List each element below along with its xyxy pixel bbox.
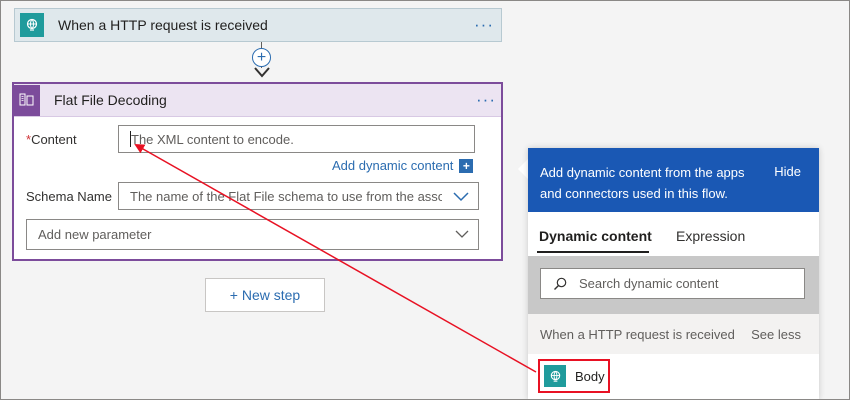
search-area: Search dynamic content [528,256,819,314]
flat-file-icon [14,84,40,116]
content-label: *Content [26,132,77,147]
body-token[interactable]: Body [538,359,610,393]
add-parameter-select[interactable]: Add new parameter [26,219,479,250]
content-placeholder: The XML content to encode. [131,131,294,147]
add-dynamic-content-text: Add dynamic content [332,158,454,173]
globe-icon [544,365,566,387]
content-input[interactable]: The XML content to encode. [118,125,475,153]
see-less-link[interactable]: See less [751,327,801,342]
tab-expression[interactable]: Expression [676,228,745,244]
tab-dynamic-content[interactable]: Dynamic content [539,228,652,244]
down-arrow-icon [254,67,270,78]
add-dynamic-content-icon: + [459,158,474,173]
hide-button[interactable]: Hide [774,164,801,179]
search-placeholder: Search dynamic content [579,276,719,291]
schema-label: Schema Name [26,189,112,204]
globe-icon [20,13,44,37]
new-step-button[interactable]: + New step [205,278,325,312]
add-dynamic-content-link[interactable]: Add dynamic content + [332,158,474,173]
action-more-icon[interactable]: ··· [476,91,496,108]
section-title: When a HTTP request is received [540,327,735,342]
parameter-chevron-icon [455,230,469,238]
schema-name-select[interactable]: The name of the Flat File schema to use … [118,182,479,210]
chevron-down-icon[interactable] [453,192,469,202]
add-parameter-text: Add new parameter [38,227,152,242]
section-header: When a HTTP request is received See less [528,314,819,354]
schema-placeholder: The name of the Flat File schema to use … [130,188,442,204]
panel-header-text: Add dynamic content from the apps and co… [540,165,745,201]
search-icon [554,277,567,290]
flat-file-decoding-card: Flat File Decoding *Content The XML cont… [12,82,503,261]
active-tab-indicator [537,251,649,253]
search-dynamic-content-input[interactable]: Search dynamic content [540,268,805,299]
panel-header: Add dynamic content from the apps and co… [528,148,819,212]
content-label-text: Content [31,132,77,147]
card-header[interactable]: Flat File Decoding [14,84,501,117]
card-title: Flat File Decoding [54,92,167,108]
trigger-card[interactable]: When a HTTP request is received [14,8,502,42]
token-label: Body [575,368,605,384]
trigger-more-icon[interactable]: ··· [474,16,494,33]
trigger-title: When a HTTP request is received [58,17,268,33]
insert-step-button[interactable]: + [252,48,271,67]
dynamic-content-panel: Add dynamic content from the apps and co… [528,148,819,400]
